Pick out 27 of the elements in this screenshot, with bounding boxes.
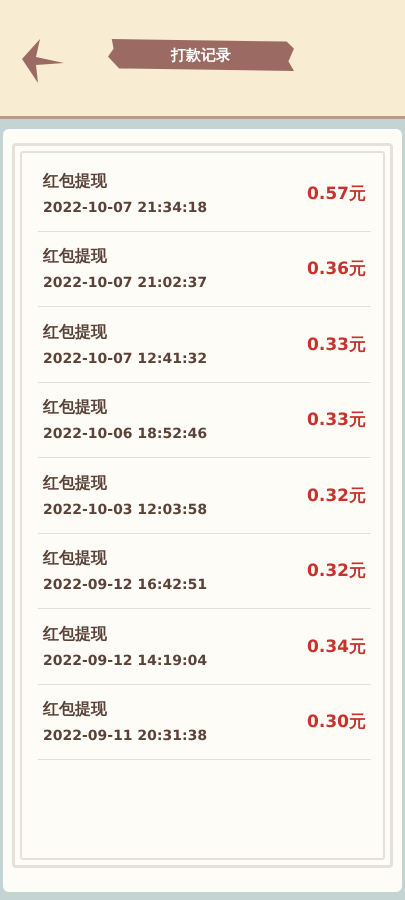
record-title: 红包提现 — [43, 397, 108, 418]
record-title: 红包提现 — [43, 548, 108, 570]
record-amount: 0.57元 — [307, 182, 366, 205]
record-title: 红包提现 — [43, 699, 108, 720]
record-time: 2022-10-07 21:02:37 — [43, 275, 208, 292]
record-amount: 0.33元 — [307, 334, 366, 356]
record-amount: 0.32元 — [307, 560, 366, 582]
record-title: 红包提现 — [43, 624, 108, 645]
record-title: 红包提现 — [43, 322, 108, 343]
record-time: 2022-10-06 18:52:46 — [43, 426, 208, 442]
record-amount: 0.34元 — [307, 636, 366, 658]
record-amount: 0.32元 — [307, 484, 366, 507]
back-button[interactable] — [20, 37, 66, 85]
record-time: 2022-09-12 16:42:51 — [43, 577, 208, 594]
back-arrow-icon — [20, 37, 66, 85]
record-time: 2022-10-07 12:41:32 — [43, 350, 208, 367]
record-title: 红包提现 — [43, 170, 108, 192]
record-amount: 0.30元 — [307, 711, 366, 734]
record-title: 红包提现 — [43, 246, 108, 268]
record-title: 红包提现 — [43, 472, 108, 494]
record-amount: 0.36元 — [307, 258, 366, 280]
record-time: 2022-09-11 20:31:38 — [43, 728, 208, 744]
record-time: 2022-10-07 21:34:18 — [43, 200, 208, 216]
page-title: 打款记录 — [108, 39, 294, 71]
record-time: 2022-10-03 12:03:58 — [43, 502, 208, 518]
record-time: 2022-09-12 14:19:04 — [43, 652, 208, 669]
record-amount: 0.33元 — [307, 409, 366, 432]
